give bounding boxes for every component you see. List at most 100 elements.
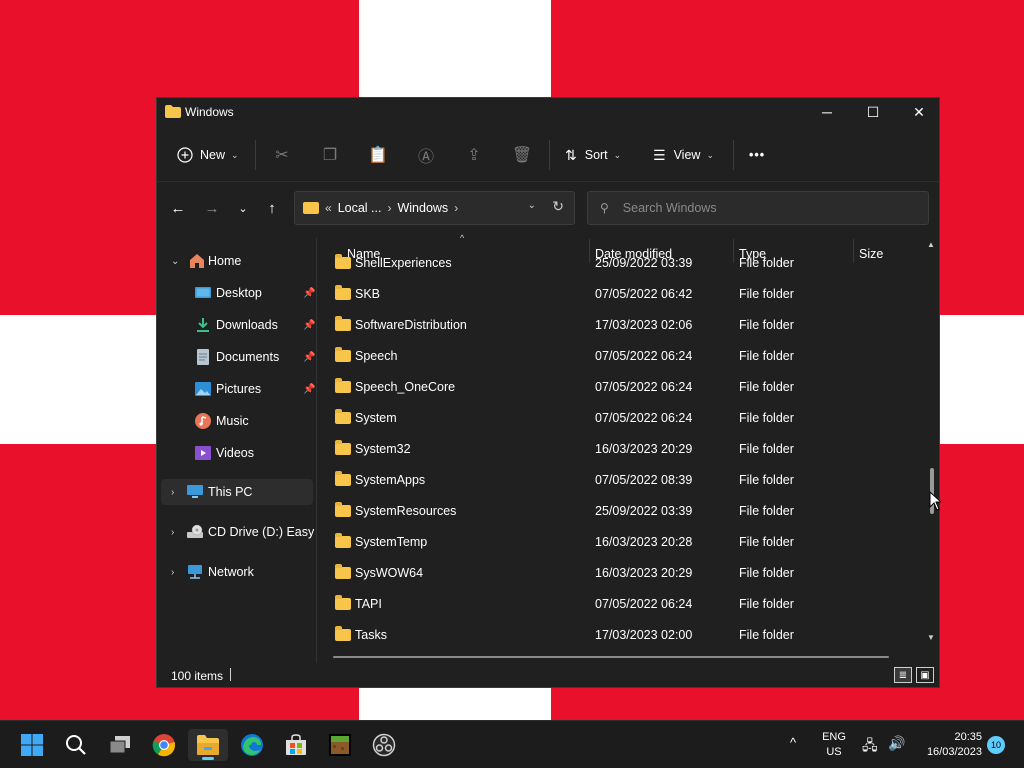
view-button[interactable]: ☰ View ⌄ <box>653 140 714 170</box>
item-count: 100 items <box>171 669 224 683</box>
chevron-down-icon: ⌄ <box>706 149 714 160</box>
network-status-icon[interactable]: 🖧 <box>862 735 878 759</box>
minimize-button[interactable]: ─ <box>804 98 850 126</box>
rename-button[interactable]: Ⓐ <box>415 144 437 166</box>
toolbar-divider <box>549 140 550 170</box>
search-box[interactable]: ⚲ <box>587 191 929 225</box>
sidebar-item-documents[interactable]: Documents 📌 <box>161 344 315 370</box>
maximize-button[interactable]: ☐ <box>850 98 896 126</box>
document-icon <box>197 349 209 365</box>
rename-icon: Ⓐ <box>417 149 434 166</box>
edge-icon <box>241 734 263 756</box>
sidebar-item-downloads[interactable]: Downloads 📌 <box>161 312 315 338</box>
forward-button[interactable]: → <box>201 197 223 219</box>
table-row[interactable]: Speech_OneCore 07/05/2022 06:24 File folde… <box>317 372 917 403</box>
pictures-icon <box>195 382 211 396</box>
mouse-cursor-icon <box>929 491 941 511</box>
clock[interactable]: 20:35 16/03/2023 <box>916 730 982 760</box>
obs-icon <box>372 733 396 757</box>
table-row[interactable]: SystemResources 25/09/2022 03:39 File fold… <box>317 496 917 527</box>
status-bar: 100 items ≣ ▣ <box>157 664 939 687</box>
sort-label: Sort <box>584 148 608 162</box>
close-button[interactable]: ✕ <box>896 98 939 126</box>
chevron-right-icon[interactable]: › <box>171 487 174 498</box>
up-button[interactable]: ↑ <box>261 197 283 219</box>
sidebar-item-pictures[interactable]: Pictures 📌 <box>161 376 315 402</box>
view-list-icon: ☰ <box>653 146 666 163</box>
chrome-taskbar-button[interactable] <box>144 729 184 761</box>
notification-badge[interactable]: 10 <box>987 736 1005 754</box>
chevron-right-icon: › <box>454 201 459 215</box>
show-hidden-icons-button[interactable]: ^ <box>790 735 796 750</box>
scroll-up-icon[interactable]: ▲ <box>927 240 935 249</box>
vertical-scrollbar[interactable]: ▲ ▼ <box>927 236 937 650</box>
refresh-icon[interactable]: ↻ <box>552 198 564 215</box>
details-view-button[interactable]: ≣ <box>894 667 912 683</box>
horizontal-scrollbar[interactable] <box>333 656 889 658</box>
scroll-down-icon[interactable]: ▼ <box>927 633 935 642</box>
breadcrumb-overflow[interactable]: « <box>325 201 332 215</box>
chevron-right-icon[interactable]: › <box>171 567 174 578</box>
arrow-up-icon: ↑ <box>268 199 276 217</box>
navigation-pane: ⌄ Home Desktop 📌 Downloads 📌 Documents 📌… <box>157 236 315 662</box>
task-view-button[interactable] <box>100 729 140 761</box>
sidebar-item-network[interactable]: › Network <box>161 559 315 585</box>
table-row[interactable]: System 07/05/2022 06:24 File folder <box>317 403 917 434</box>
more-options-button[interactable]: ••• <box>749 140 765 170</box>
title-bar[interactable]: Windows ─ ☐ ✕ <box>157 98 939 126</box>
share-button[interactable]: ⇪ <box>463 144 485 166</box>
table-row[interactable]: ShellExperiences 25/09/2022 03:39 File fol… <box>317 248 917 279</box>
sort-button[interactable]: ⇅ Sort ⌄ <box>565 140 621 170</box>
folder-icon <box>335 440 351 455</box>
file-explorer-taskbar-button[interactable] <box>188 729 228 761</box>
chevron-right-icon[interactable]: › <box>171 527 174 538</box>
address-bar[interactable]: « Local ... › Windows › ⌄ ↻ <box>294 191 575 225</box>
breadcrumb-windows[interactable]: Windows <box>397 201 448 215</box>
copy-button[interactable]: ❐ <box>319 144 341 166</box>
obs-taskbar-button[interactable] <box>364 729 404 761</box>
folder-icon <box>335 533 351 548</box>
pc-icon <box>187 485 203 498</box>
table-row[interactable]: SystemTemp 16/03/2023 20:28 File folder <box>317 527 917 558</box>
search-input[interactable] <box>622 201 903 215</box>
close-icon: ✕ <box>913 103 925 120</box>
back-button[interactable]: ← <box>167 197 189 219</box>
start-button[interactable] <box>12 729 52 761</box>
store-taskbar-button[interactable] <box>276 729 316 761</box>
volume-icon[interactable]: 🔊 <box>888 735 905 752</box>
address-dropdown-icon[interactable]: ⌄ <box>528 200 536 211</box>
table-row[interactable]: SystemApps 07/05/2022 08:39 File folder <box>317 465 917 496</box>
minecraft-taskbar-button[interactable] <box>320 729 360 761</box>
sidebar-item-cd-drive[interactable]: › CD Drive (D:) EasyKMS <box>161 519 315 545</box>
sidebar-item-home[interactable]: ⌄ Home <box>161 248 311 274</box>
table-row[interactable]: SoftwareDistribution 17/03/2023 02:06 File… <box>317 310 917 341</box>
table-row[interactable]: Speech 07/05/2022 06:24 File folder <box>317 341 917 372</box>
sidebar-item-videos[interactable]: Videos <box>161 440 315 466</box>
cut-button[interactable]: ✂ <box>271 144 293 166</box>
paste-button[interactable]: 📋 <box>367 144 389 166</box>
chevron-down-icon[interactable]: ⌄ <box>171 256 179 267</box>
recent-locations-button[interactable]: ⌄ <box>232 197 254 219</box>
search-button[interactable] <box>56 729 96 761</box>
table-row[interactable]: SysWOW64 16/03/2023 20:29 File folder <box>317 558 917 589</box>
pin-icon: 📌 <box>303 319 315 331</box>
copy-icon: ❐ <box>322 147 338 164</box>
table-row[interactable]: TAPI 07/05/2022 06:24 File folder <box>317 589 917 620</box>
table-row[interactable]: SKB 07/05/2022 06:42 File folder <box>317 279 917 310</box>
tiles-view-button[interactable]: ▣ <box>916 667 934 683</box>
input-language-indicator[interactable]: ENG US <box>818 730 850 760</box>
delete-button[interactable]: 🗑 <box>511 144 533 166</box>
new-button[interactable]: New ⌄ <box>177 140 239 170</box>
table-row[interactable]: System32 16/03/2023 20:29 File folder <box>317 434 917 465</box>
edge-taskbar-button[interactable] <box>232 729 272 761</box>
breadcrumb-local[interactable]: Local ... <box>338 201 382 215</box>
folder-icon <box>165 105 181 118</box>
sidebar-item-this-pc[interactable]: › This PC <box>161 479 313 505</box>
table-row[interactable]: Tasks 17/03/2023 02:00 File folder <box>317 620 917 651</box>
search-icon <box>66 735 86 755</box>
pin-icon: 📌 <box>303 287 315 299</box>
sidebar-item-desktop[interactable]: Desktop 📌 <box>161 280 315 306</box>
maximize-icon: ☐ <box>866 103 880 120</box>
sidebar-item-music[interactable]: Music <box>161 408 315 434</box>
file-explorer-icon <box>197 735 219 755</box>
